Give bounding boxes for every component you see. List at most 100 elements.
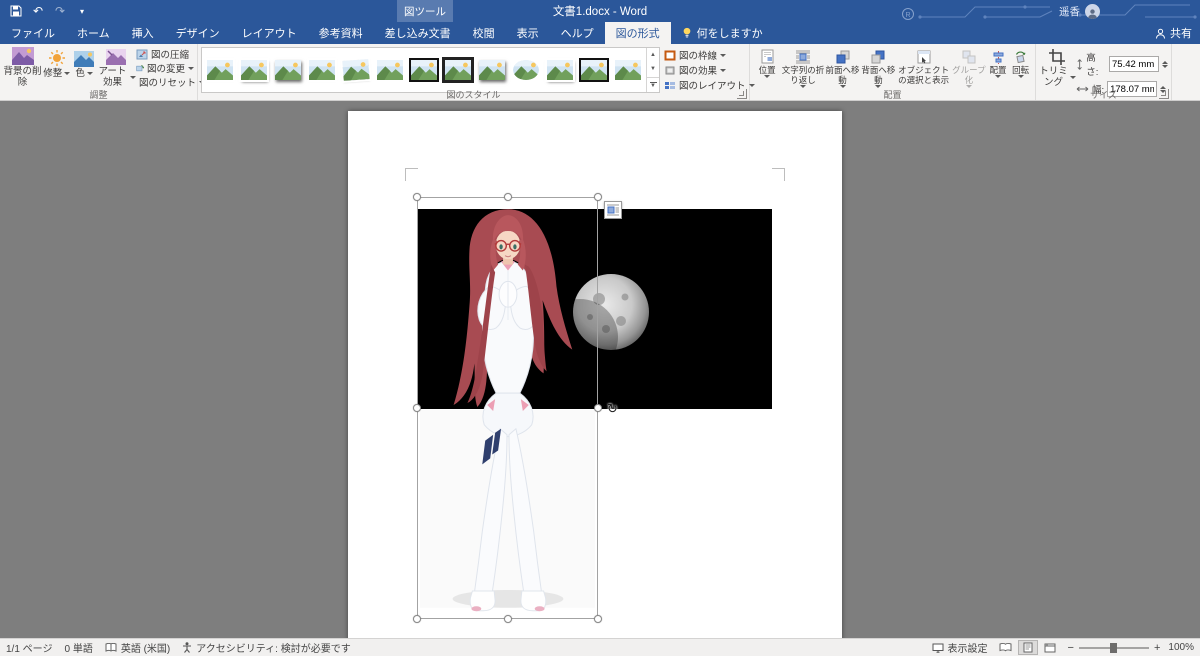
selection-pane-button[interactable]: オブジェクトの選択と表示 (896, 46, 951, 88)
zoom-slider-thumb[interactable] (1109, 642, 1117, 653)
picture-border-label: 図の枠線 (679, 51, 718, 62)
picture-thumbnail-image (545, 58, 575, 82)
selection-handle-w[interactable] (413, 404, 421, 412)
group-arrange: 位置 文字列の折り返し 前面へ移動 背面へ移動 オブジェクトの選択と表示 グルー… (750, 44, 1036, 100)
figure-image[interactable] (418, 198, 597, 618)
picture-styles-dialog-launcher-icon[interactable] (737, 89, 747, 99)
tab-file[interactable]: ファイル (0, 22, 66, 44)
picture-style-thumb[interactable] (612, 49, 644, 91)
picture-style-thumb[interactable] (306, 49, 338, 91)
group-picture-styles: ▲ ▼ ▼ 図の枠線 図の効果 図のレイアウト 図のスタイル (198, 44, 755, 100)
selection-handle-se[interactable] (594, 615, 602, 623)
dropdown-arrow-icon (64, 72, 71, 75)
gallery-scroll-up-icon[interactable]: ▲ (647, 48, 659, 62)
tab-home[interactable]: ホーム (66, 22, 121, 44)
print-layout-button[interactable] (1017, 640, 1038, 655)
rotate-button[interactable]: 回転 (1009, 46, 1032, 88)
accessibility-indicator[interactable]: アクセシビリティ: 検討が必要です (182, 640, 351, 655)
tab-mailings[interactable]: 差し込み文書 (374, 22, 462, 44)
redo-icon[interactable]: ↷ (50, 2, 70, 20)
picture-thumbnail-image (239, 58, 269, 82)
spin-up-icon[interactable] (1162, 60, 1168, 64)
picture-style-thumb[interactable] (476, 49, 508, 91)
reset-picture-button[interactable]: 図のリセット (136, 75, 206, 89)
position-icon (761, 47, 774, 64)
language-indicator[interactable]: 英語 (米国) (105, 640, 170, 655)
picture-style-thumb[interactable] (374, 49, 406, 91)
layout-options-button[interactable] (604, 201, 622, 219)
picture-thumbnail-image (340, 56, 372, 84)
picture-style-thumb[interactable] (408, 49, 440, 91)
zoom-slider[interactable] (1078, 642, 1149, 653)
zoom-level-button[interactable]: 100% (1168, 642, 1194, 653)
web-layout-button[interactable] (1040, 640, 1060, 655)
picture-thumbnail-image (205, 58, 235, 82)
height-spinner[interactable] (1162, 60, 1168, 68)
selection-handle-nw[interactable] (413, 193, 421, 201)
picture-style-thumb[interactable] (578, 49, 610, 91)
tab-layout[interactable]: レイアウト (231, 22, 308, 44)
display-settings-button[interactable]: 表示設定 (932, 640, 988, 655)
picture-style-thumb[interactable] (204, 49, 236, 91)
picture-effects-button[interactable]: 図の効果 (664, 63, 755, 77)
align-button[interactable]: 配置 (987, 46, 1010, 88)
picture-selection[interactable]: ↻ (413, 193, 618, 623)
avatar[interactable] (1085, 3, 1100, 19)
bring-forward-button[interactable]: 前面へ移動 (825, 46, 861, 88)
picture-style-thumb[interactable] (340, 49, 372, 91)
tab-view[interactable]: 表示 (506, 22, 550, 44)
group-label-arrange: 配置 (883, 90, 902, 100)
tell-me-label: 何をしますか (696, 28, 763, 40)
share-button[interactable]: 共有 (1155, 22, 1192, 44)
send-backward-button[interactable]: 背面へ移動 (860, 46, 896, 88)
title-bar: ↶ ↷ ▾ 文書1.docx - Word 図ツール R 遥香 (0, 0, 1200, 22)
read-mode-button[interactable] (996, 640, 1016, 655)
word-window: ↶ ↷ ▾ 文書1.docx - Word 図ツール R 遥香 ファイル ホーム… (0, 0, 1200, 656)
change-picture-button[interactable]: 図の変更 (136, 61, 195, 75)
tab-references[interactable]: 参考資料 (308, 22, 374, 44)
color-button[interactable]: 色 (71, 46, 96, 88)
picture-border-button[interactable]: 図の枠線 (664, 48, 755, 62)
selection-handle-n[interactable] (503, 193, 512, 201)
group-label-picture-styles: 図のスタイル (446, 90, 501, 100)
position-button[interactable]: 位置 (753, 46, 781, 88)
picture-style-thumb[interactable] (442, 49, 474, 91)
picture-style-thumb[interactable] (510, 49, 542, 91)
selection-handle-s[interactable] (503, 615, 512, 623)
tell-me-box[interactable]: 何をしますか (671, 22, 774, 44)
selection-handle-sw[interactable] (413, 615, 421, 623)
document-canvas: ↻ (0, 101, 1200, 638)
tab-insert[interactable]: 挿入 (121, 22, 165, 44)
tab-help[interactable]: ヘルプ (550, 22, 605, 44)
gallery-scroll-down-icon[interactable]: ▼ (647, 62, 659, 76)
spin-down-icon[interactable] (1162, 64, 1168, 68)
word-count-indicator[interactable]: 0 単語 (64, 640, 92, 655)
compress-pictures-button[interactable]: 図の圧縮 (136, 47, 194, 61)
size-dialog-launcher-icon[interactable] (1159, 89, 1169, 99)
selection-handle-e[interactable] (594, 404, 602, 412)
tab-design[interactable]: デザイン (165, 22, 231, 44)
zoom-out-icon[interactable]: − (1068, 642, 1074, 654)
picture-style-thumb[interactable] (272, 49, 304, 91)
remove-background-button[interactable]: 背景の削除 (3, 46, 42, 88)
undo-icon[interactable]: ↶ (28, 2, 48, 20)
wrap-text-button[interactable]: 文字列の折り返し (781, 46, 824, 88)
height-input[interactable] (1109, 56, 1159, 72)
tab-picture-format[interactable]: 図の形式 (604, 22, 671, 44)
account-area[interactable]: 遥香 (1059, 0, 1100, 22)
document-page[interactable]: ↻ (348, 111, 842, 638)
picture-thumbnail-image (615, 60, 641, 80)
corrections-button[interactable]: 修整 (42, 46, 71, 88)
customize-qat-icon[interactable]: ▾ (72, 2, 92, 20)
artistic-effects-button[interactable]: アート効果 (97, 46, 137, 88)
ribbon-tab-row: ファイル ホーム 挿入 デザイン レイアウト 参考資料 差し込み文書 校閲 表示… (0, 22, 1200, 44)
tab-review[interactable]: 校閲 (462, 22, 506, 44)
picture-style-thumb[interactable] (238, 49, 270, 91)
picture-styles-thumbs (202, 48, 646, 92)
page-number-indicator[interactable]: 1/1 ページ (6, 640, 52, 655)
crop-button[interactable]: トリミング (1039, 46, 1076, 88)
zoom-in-icon[interactable]: + (1154, 642, 1160, 654)
selection-handle-ne[interactable] (594, 193, 602, 201)
save-icon[interactable] (6, 2, 26, 20)
picture-style-thumb[interactable] (544, 49, 576, 91)
